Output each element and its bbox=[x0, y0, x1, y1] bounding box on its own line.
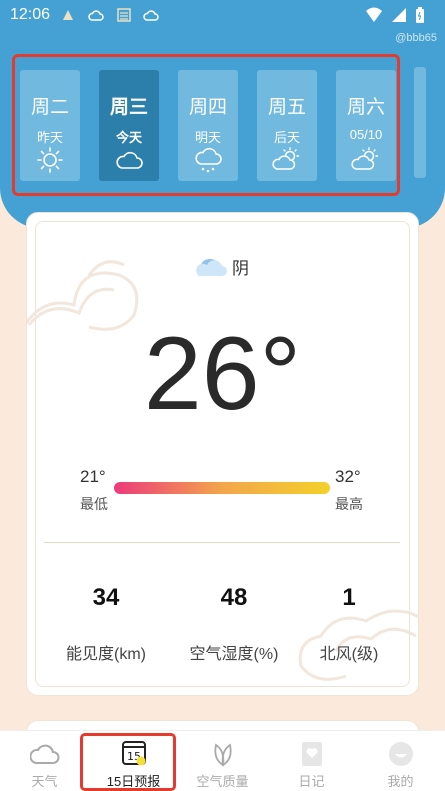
day-subtitle: 明天 bbox=[194, 130, 221, 145]
day-card-fri[interactable]: 周五 后天 bbox=[257, 70, 317, 181]
wind-value: 1 bbox=[342, 584, 356, 611]
day-subtitle: 05/10 bbox=[349, 127, 383, 142]
weather-cloud-icon bbox=[29, 744, 59, 764]
cloud-status-icon-2 bbox=[143, 10, 159, 21]
day-name: 周五 bbox=[267, 97, 306, 118]
condition-text: 阴 bbox=[232, 259, 249, 278]
partly-cloudy-icon bbox=[272, 147, 300, 170]
day-name: 周六 bbox=[346, 97, 385, 118]
wind-label: 北风(级) bbox=[319, 646, 379, 663]
current-weather-card bbox=[26, 212, 419, 696]
day-card-thu[interactable]: 周四 明天 bbox=[178, 70, 238, 181]
signal-icon bbox=[392, 8, 406, 22]
calendar-status-icon bbox=[117, 8, 131, 22]
tab-diary[interactable]: 日记 bbox=[267, 731, 356, 791]
cloud-icon bbox=[116, 151, 143, 169]
day-card-next-peek[interactable] bbox=[414, 67, 426, 178]
cloud-icon bbox=[196, 258, 227, 276]
bottom-tab-bar: 天气 15 15日预报 空气质量 日记 我的 bbox=[0, 730, 445, 791]
tab-air-quality[interactable]: 空气质量 bbox=[178, 731, 267, 791]
partly-cloudy-icon bbox=[351, 147, 379, 170]
day-subtitle: 今天 bbox=[115, 130, 142, 145]
condition-row: 阴 bbox=[196, 254, 249, 279]
tab-label: 空气质量 bbox=[196, 774, 249, 789]
tab-label: 我的 bbox=[387, 774, 414, 789]
low-temp-label: 最低 bbox=[80, 496, 108, 512]
humidity-value: 48 bbox=[220, 584, 248, 611]
diary-icon bbox=[301, 742, 322, 766]
tab-label: 天气 bbox=[31, 774, 58, 789]
sun-icon bbox=[37, 147, 63, 173]
day-subtitle: 后天 bbox=[273, 130, 300, 145]
day-card-wed[interactable]: 周三 今天 bbox=[99, 70, 159, 181]
day-subtitle: 昨天 bbox=[36, 130, 63, 145]
tab-profile[interactable]: 我的 bbox=[356, 731, 445, 791]
temperature-range-bar bbox=[114, 482, 330, 494]
day-card-tue[interactable]: 周二 昨天 bbox=[20, 70, 80, 181]
tab-highlight-box bbox=[80, 733, 176, 791]
humidity-label: 空气湿度(%) bbox=[189, 646, 279, 663]
tab-weather[interactable]: 天气 bbox=[0, 731, 89, 791]
status-right bbox=[365, 6, 425, 24]
profile-icon bbox=[388, 742, 413, 766]
battery-icon bbox=[416, 7, 424, 23]
leaf-icon bbox=[213, 743, 232, 767]
watermark: @bbb65 bbox=[395, 32, 437, 44]
visibility-label: 能见度(km) bbox=[66, 646, 146, 663]
day-name: 周三 bbox=[109, 97, 148, 118]
visibility-value: 34 bbox=[92, 584, 120, 611]
day-name: 周二 bbox=[30, 97, 69, 118]
current-temperature: 26° bbox=[143, 316, 302, 432]
tab-label: 日记 bbox=[298, 774, 325, 789]
low-temp: 21° bbox=[80, 467, 106, 486]
rain-cloud-icon bbox=[195, 147, 222, 173]
divider bbox=[44, 542, 400, 543]
day-name: 周四 bbox=[188, 97, 227, 118]
high-temp: 32° bbox=[335, 467, 361, 486]
high-temp-label: 最高 bbox=[335, 496, 363, 512]
cloud-status-icon bbox=[88, 10, 104, 21]
notification-app-icon bbox=[63, 10, 73, 20]
day-card-sat[interactable]: 周六 05/10 bbox=[336, 70, 396, 181]
day-selector: 周二 昨天 周三 今天 周四 明天 周五 后天 周六 05/10 bbox=[12, 54, 400, 196]
wifi-icon bbox=[366, 7, 382, 22]
status-bar: 12:06 bbox=[0, 0, 445, 32]
status-time: 12:06 bbox=[10, 6, 51, 23]
